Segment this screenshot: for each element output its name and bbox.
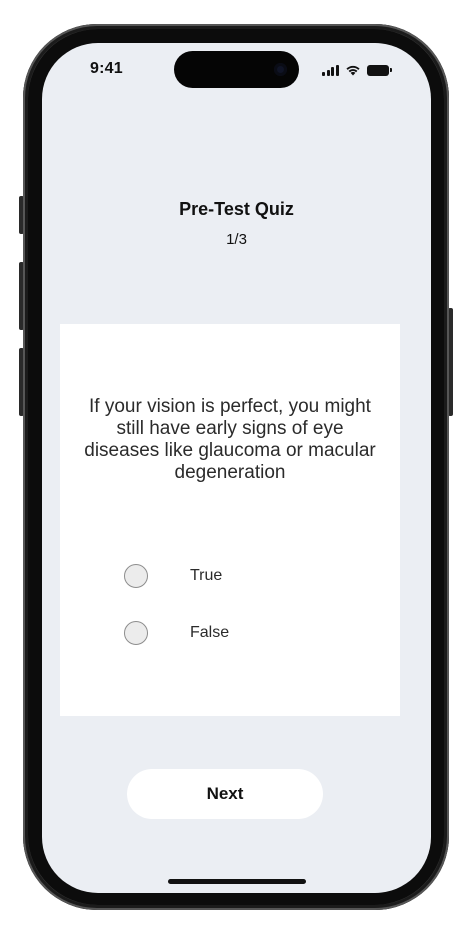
status-time: 9:41 <box>90 60 123 77</box>
app-screen: 9:41 Pre-Test Quiz 1/3 If your vision is… <box>42 43 431 893</box>
next-button[interactable]: Next <box>127 769 323 819</box>
question-card: If your vision is perfect, you might sti… <box>60 324 400 716</box>
answer-option-true[interactable]: True <box>124 563 222 589</box>
radio-button[interactable] <box>124 564 148 588</box>
wifi-icon <box>345 65 360 76</box>
signal-icon <box>322 64 339 76</box>
phone-mockup: 9:41 Pre-Test Quiz 1/3 If your vision is… <box>0 0 473 932</box>
quiz-progress: 1/3 <box>226 231 247 248</box>
battery-icon <box>366 64 392 76</box>
camera-icon <box>274 63 287 76</box>
status-icons <box>322 63 392 77</box>
home-indicator <box>168 879 306 884</box>
dynamic-island <box>174 51 299 88</box>
radio-button[interactable] <box>124 621 148 645</box>
answer-option-false[interactable]: False <box>124 620 229 646</box>
question-text: If your vision is perfect, you might sti… <box>84 396 376 483</box>
answer-option-label: False <box>190 624 230 641</box>
answer-option-label: True <box>190 567 223 584</box>
quiz-title: Pre-Test Quiz <box>179 199 294 219</box>
